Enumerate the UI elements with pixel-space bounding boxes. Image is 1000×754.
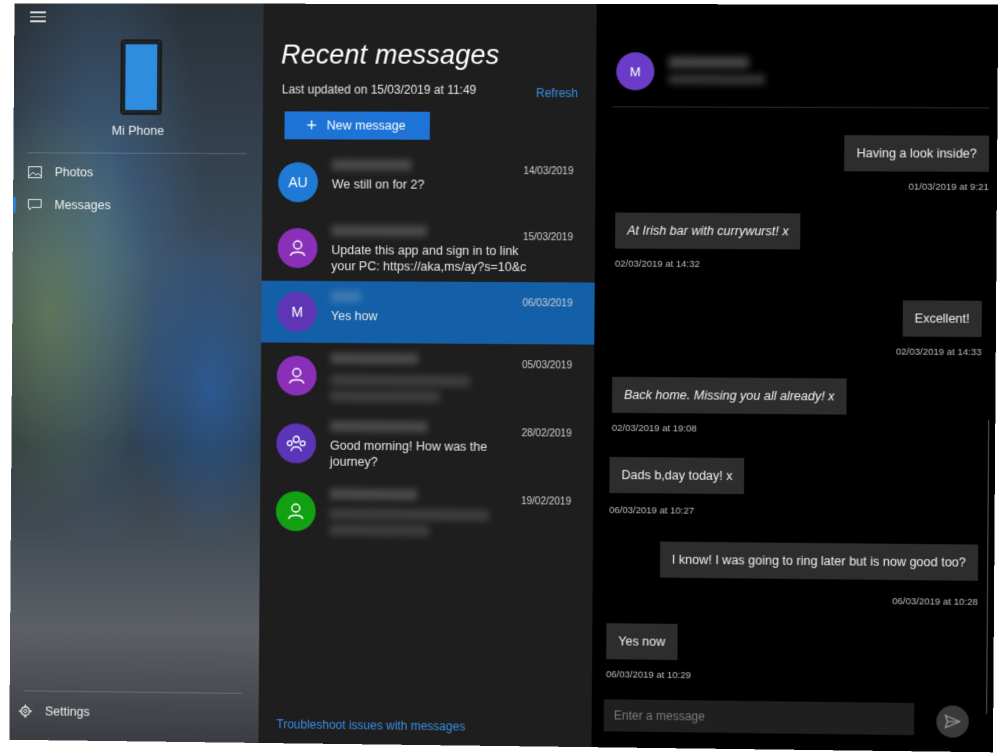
hamburger-menu-icon[interactable] [30, 11, 46, 23]
sidebar-divider [27, 152, 247, 155]
conversation-item[interactable]: AU 14/03/2019 We still on for 2? [262, 149, 596, 216]
message-timestamp: 06/03/2019 at 10:27 [609, 504, 695, 517]
message-bubble-sent: Excellent! [902, 300, 982, 338]
nav-label-messages: Messages [54, 198, 111, 213]
thread-date: 05/03/2019 [521, 360, 573, 372]
scrollbar[interactable] [986, 419, 990, 714]
message-timestamp: 06/03/2019 at 10:29 [606, 669, 691, 682]
contact-name-redacted [330, 352, 419, 365]
message-timestamp: 01/03/2019 at 9:21 [908, 181, 989, 194]
conversation-item[interactable]: 19/02/2019 [260, 478, 594, 547]
thread-preview: Update this app and sign in to link your… [331, 243, 527, 275]
thread-date: 14/03/2019 [523, 166, 574, 178]
refresh-link[interactable]: Refresh [536, 86, 578, 100]
sidebar-divider-bottom [23, 690, 243, 694]
message-bubble-received: Yes now [606, 623, 678, 661]
last-updated-text: Last updated on 15/03/2019 at 11:49 [281, 82, 477, 97]
message-bubble-received: Dads b,day today! x [609, 456, 745, 495]
contact-name-redacted [331, 159, 412, 171]
contact-name-redacted [331, 291, 361, 303]
preview-redacted [330, 390, 440, 403]
nav-item-messages[interactable]: Messages [13, 190, 262, 221]
send-icon [944, 714, 960, 728]
contact-name-redacted [668, 56, 750, 69]
nav-item-photos[interactable]: Photos [13, 157, 262, 188]
message-bubble-sent: Having a look inside? [844, 135, 990, 172]
message-bubble-received: Back home. Missing you all already! x [611, 376, 847, 415]
message-bubble-received: At Irish bar with currywurst! x [615, 212, 801, 250]
message-timestamp: 02/03/2019 at 19:08 [611, 422, 697, 435]
thread-date: 28/02/2019 [521, 428, 572, 440]
person-icon [277, 227, 318, 269]
conversation-item[interactable]: 05/03/2019 [261, 342, 595, 410]
person-icon [275, 491, 316, 532]
message-bubble-sent: I know! I was going to ring later but is… [659, 541, 979, 581]
contact-number-redacted [668, 74, 766, 85]
new-message-label: New message [326, 118, 406, 133]
message-timestamp: 02/03/2019 at 14:33 [895, 346, 982, 359]
group-icon [276, 423, 317, 464]
conversation-item[interactable]: 15/03/2019 Update this app and sign in t… [262, 215, 596, 283]
contact-avatar: M [616, 52, 655, 91]
device-name: Mi Phone [111, 123, 165, 138]
preview-redacted [329, 508, 490, 521]
message-timestamp: 06/03/2019 at 10:28 [892, 596, 978, 609]
avatar: AU [278, 162, 319, 203]
preview-redacted [330, 374, 471, 387]
conversation-pane: M Having a look inside? 01/03/2019 at 9:… [591, 4, 999, 753]
thread-preview: We still on for 2? [331, 177, 425, 192]
send-button[interactable] [936, 705, 969, 738]
contact-name-redacted [331, 225, 428, 237]
your-phone-window: Mi Phone Photos Messages Settings Recent… [9, 3, 999, 753]
new-message-button[interactable]: + New message [284, 111, 430, 140]
message-timestamp: 02/03/2019 at 14:32 [614, 258, 700, 271]
header-divider [612, 106, 990, 109]
page-title: Recent messages [280, 39, 500, 70]
person-icon [276, 355, 317, 396]
avatar: M [277, 291, 318, 332]
thread-date: 06/03/2019 [522, 298, 573, 310]
nav-label-photos: Photos [54, 165, 94, 180]
preview-redacted [329, 524, 430, 537]
message-icon [27, 198, 43, 212]
thread-date: 19/02/2019 [521, 496, 572, 508]
conversation-item[interactable]: 28/02/2019 Good morning! How was the jou… [260, 410, 594, 479]
troubleshoot-link[interactable]: Troubleshoot issues with messages [276, 717, 465, 733]
settings-button[interactable]: Settings [9, 698, 258, 727]
settings-label: Settings [44, 704, 90, 719]
contact-name-redacted [330, 420, 428, 433]
photos-icon [27, 165, 43, 179]
phone-icon [120, 39, 163, 115]
conversation-item-selected[interactable]: M 06/03/2019 Yes how [261, 280, 595, 345]
contact-name-redacted [329, 488, 418, 501]
thread-preview: Yes how [330, 308, 378, 324]
thread-preview: Good morning! How was the journey? [329, 438, 488, 469]
message-list-pane: Recent messages Last updated on 15/03/20… [258, 3, 597, 748]
thread-date: 15/03/2019 [522, 232, 574, 244]
sidebar: Mi Phone Photos Messages Settings [9, 3, 264, 743]
gear-icon [17, 703, 33, 719]
message-input[interactable] [603, 699, 915, 736]
plus-icon: + [306, 115, 317, 136]
